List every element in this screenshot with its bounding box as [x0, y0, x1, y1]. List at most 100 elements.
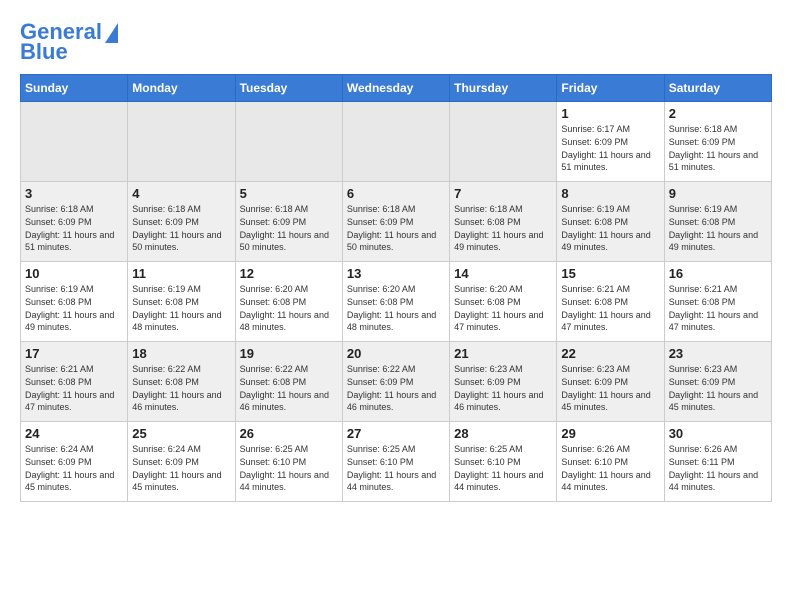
calendar-cell: 9Sunrise: 6:19 AM Sunset: 6:08 PM Daylig…: [664, 182, 771, 262]
logo: General Blue: [20, 20, 118, 64]
day-info: Sunrise: 6:18 AM Sunset: 6:08 PM Dayligh…: [454, 203, 552, 253]
day-number: 30: [669, 426, 767, 441]
day-number: 2: [669, 106, 767, 121]
day-number: 26: [240, 426, 338, 441]
day-info: Sunrise: 6:18 AM Sunset: 6:09 PM Dayligh…: [669, 123, 767, 173]
logo-blue-text: Blue: [20, 40, 68, 64]
calendar-cell: 15Sunrise: 6:21 AM Sunset: 6:08 PM Dayli…: [557, 262, 664, 342]
day-info: Sunrise: 6:19 AM Sunset: 6:08 PM Dayligh…: [132, 283, 230, 333]
calendar-cell: 26 Sunrise: 6:25 AM Sunset: 6:10 PM Dayli…: [235, 422, 342, 502]
calendar-cell: [21, 102, 128, 182]
day-number: 9: [669, 186, 767, 201]
day-info: Sunrise: 6:23 AM Sunset: 6:09 PM Dayligh…: [454, 363, 552, 413]
calendar-cell: 12 Sunrise: 6:20 AM Sunset: 6:08 PM Dayli…: [235, 262, 342, 342]
day-number: 5: [240, 186, 338, 201]
weekday-header: Tuesday: [235, 75, 342, 102]
calendar-week-row: 24Sunrise: 6:24 AM Sunset: 6:09 PM Dayli…: [21, 422, 772, 502]
calendar-cell: 2 Sunrise: 6:18 AM Sunset: 6:09 PM Daylig…: [664, 102, 771, 182]
day-number: 11: [132, 266, 230, 281]
calendar-cell: 29Sunrise: 6:26 AM Sunset: 6:10 PM Dayli…: [557, 422, 664, 502]
calendar-cell: [235, 102, 342, 182]
day-number: 21: [454, 346, 552, 361]
day-number: 8: [561, 186, 659, 201]
day-number: 14: [454, 266, 552, 281]
day-info: Sunrise: 6:22 AM Sunset: 6:08 PM Dayligh…: [240, 363, 338, 413]
calendar-cell: 3Sunrise: 6:18 AM Sunset: 6:09 PM Daylig…: [21, 182, 128, 262]
calendar-cell: 7 Sunrise: 6:18 AM Sunset: 6:08 PM Daylig…: [450, 182, 557, 262]
day-number: 22: [561, 346, 659, 361]
day-info: Sunrise: 6:20 AM Sunset: 6:08 PM Dayligh…: [454, 283, 552, 333]
calendar-cell: [128, 102, 235, 182]
day-info: Sunrise: 6:21 AM Sunset: 6:08 PM Dayligh…: [25, 363, 123, 413]
day-number: 12: [240, 266, 338, 281]
calendar-cell: 23Sunrise: 6:23 AM Sunset: 6:09 PM Dayli…: [664, 342, 771, 422]
page: General Blue SundayMondayTuesdayWednesda…: [0, 0, 792, 512]
calendar-cell: 17 Sunrise: 6:21 AM Sunset: 6:08 PM Dayli…: [21, 342, 128, 422]
calendar-cell: 24Sunrise: 6:24 AM Sunset: 6:09 PM Dayli…: [21, 422, 128, 502]
day-number: 1: [561, 106, 659, 121]
day-info: Sunrise: 6:19 AM Sunset: 6:08 PM Dayligh…: [561, 203, 659, 253]
day-info: Sunrise: 6:25 AM Sunset: 6:10 PM Dayligh…: [240, 443, 338, 493]
day-info: Sunrise: 6:25 AM Sunset: 6:10 PM Dayligh…: [347, 443, 445, 493]
logo-icon: [105, 23, 118, 43]
day-info: Sunrise: 6:23 AM Sunset: 6:09 PM Dayligh…: [561, 363, 659, 413]
day-number: 10: [25, 266, 123, 281]
day-number: 7: [454, 186, 552, 201]
day-number: 18: [132, 346, 230, 361]
calendar-cell: 8 Sunrise: 6:19 AM Sunset: 6:08 PM Daylig…: [557, 182, 664, 262]
weekday-header: Monday: [128, 75, 235, 102]
day-number: 20: [347, 346, 445, 361]
day-info: Sunrise: 6:17 AM Sunset: 6:09 PM Dayligh…: [561, 123, 659, 173]
day-number: 19: [240, 346, 338, 361]
calendar-week-row: 3Sunrise: 6:18 AM Sunset: 6:09 PM Daylig…: [21, 182, 772, 262]
calendar-week-row: 1 Sunrise: 6:17 AM Sunset: 6:09 PM Daylig…: [21, 102, 772, 182]
calendar-cell: 13Sunrise: 6:20 AM Sunset: 6:08 PM Dayli…: [342, 262, 449, 342]
day-info: Sunrise: 6:18 AM Sunset: 6:09 PM Dayligh…: [240, 203, 338, 253]
day-number: 6: [347, 186, 445, 201]
header: General Blue: [20, 20, 772, 64]
day-info: Sunrise: 6:19 AM Sunset: 6:08 PM Dayligh…: [25, 283, 123, 333]
day-info: Sunrise: 6:18 AM Sunset: 6:09 PM Dayligh…: [132, 203, 230, 253]
weekday-header: Wednesday: [342, 75, 449, 102]
calendar-cell: 11 Sunrise: 6:19 AM Sunset: 6:08 PM Dayli…: [128, 262, 235, 342]
day-number: 23: [669, 346, 767, 361]
day-number: 28: [454, 426, 552, 441]
calendar-cell: 20 Sunrise: 6:22 AM Sunset: 6:09 PM Dayli…: [342, 342, 449, 422]
day-info: Sunrise: 6:20 AM Sunset: 6:08 PM Dayligh…: [240, 283, 338, 333]
day-info: Sunrise: 6:25 AM Sunset: 6:10 PM Dayligh…: [454, 443, 552, 493]
calendar-cell: [342, 102, 449, 182]
day-info: Sunrise: 6:18 AM Sunset: 6:09 PM Dayligh…: [347, 203, 445, 253]
day-number: 15: [561, 266, 659, 281]
calendar-cell: 21 Sunrise: 6:23 AM Sunset: 6:09 PM Dayli…: [450, 342, 557, 422]
calendar-week-row: 10 Sunrise: 6:19 AM Sunset: 6:08 PM Dayli…: [21, 262, 772, 342]
calendar-cell: 16 Sunrise: 6:21 AM Sunset: 6:08 PM Dayli…: [664, 262, 771, 342]
day-info: Sunrise: 6:24 AM Sunset: 6:09 PM Dayligh…: [25, 443, 123, 493]
day-number: 16: [669, 266, 767, 281]
calendar-cell: 19 Sunrise: 6:22 AM Sunset: 6:08 PM Dayli…: [235, 342, 342, 422]
day-number: 29: [561, 426, 659, 441]
calendar-week-row: 17 Sunrise: 6:21 AM Sunset: 6:08 PM Dayli…: [21, 342, 772, 422]
calendar-cell: 1 Sunrise: 6:17 AM Sunset: 6:09 PM Daylig…: [557, 102, 664, 182]
calendar-cell: 28 Sunrise: 6:25 AM Sunset: 6:10 PM Dayli…: [450, 422, 557, 502]
calendar: SundayMondayTuesdayWednesdayThursdayFrid…: [20, 74, 772, 502]
day-info: Sunrise: 6:24 AM Sunset: 6:09 PM Dayligh…: [132, 443, 230, 493]
day-number: 17: [25, 346, 123, 361]
weekday-header-row: SundayMondayTuesdayWednesdayThursdayFrid…: [21, 75, 772, 102]
weekday-header: Sunday: [21, 75, 128, 102]
calendar-cell: 18Sunrise: 6:22 AM Sunset: 6:08 PM Dayli…: [128, 342, 235, 422]
day-info: Sunrise: 6:26 AM Sunset: 6:11 PM Dayligh…: [669, 443, 767, 493]
day-info: Sunrise: 6:22 AM Sunset: 6:09 PM Dayligh…: [347, 363, 445, 413]
day-number: 4: [132, 186, 230, 201]
calendar-cell: 10 Sunrise: 6:19 AM Sunset: 6:08 PM Dayli…: [21, 262, 128, 342]
weekday-header: Thursday: [450, 75, 557, 102]
day-info: Sunrise: 6:20 AM Sunset: 6:08 PM Dayligh…: [347, 283, 445, 333]
day-info: Sunrise: 6:18 AM Sunset: 6:09 PM Dayligh…: [25, 203, 123, 253]
day-info: Sunrise: 6:21 AM Sunset: 6:08 PM Dayligh…: [669, 283, 767, 333]
day-number: 25: [132, 426, 230, 441]
calendar-cell: 30 Sunrise: 6:26 AM Sunset: 6:11 PM Dayli…: [664, 422, 771, 502]
calendar-cell: 4 Sunrise: 6:18 AM Sunset: 6:09 PM Daylig…: [128, 182, 235, 262]
calendar-cell: 25 Sunrise: 6:24 AM Sunset: 6:09 PM Dayli…: [128, 422, 235, 502]
weekday-header: Saturday: [664, 75, 771, 102]
calendar-cell: 6 Sunrise: 6:18 AM Sunset: 6:09 PM Daylig…: [342, 182, 449, 262]
calendar-cell: 27Sunrise: 6:25 AM Sunset: 6:10 PM Dayli…: [342, 422, 449, 502]
